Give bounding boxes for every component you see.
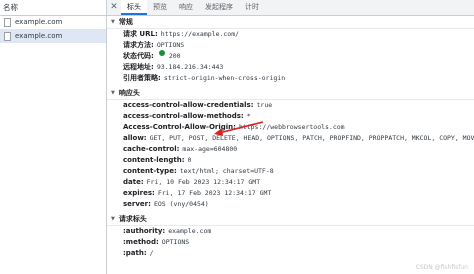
header-value: GET, PUT, POST, DELETE, HEAD, OPTIONS, P… [149,134,474,142]
header-key: :path: [123,249,147,257]
general-row: 远程地址: 93.184.216.34:443 [107,62,474,73]
response-header-row: content-type: text/html; charset=UTF-8 [107,166,474,177]
document-icon [4,18,11,27]
header-key: content-length: [123,156,185,164]
close-icon[interactable]: ✕ [107,0,121,15]
general-row: 状态代码: 200 [107,50,474,62]
expand-triangle-icon: ▼ [111,19,115,25]
header-key: allow: [123,134,147,142]
section-title: 请求标头 [118,215,147,223]
header-value: 200 [168,52,181,60]
header-key: server: [123,200,151,208]
header-value: Fri, 10 Feb 2023 12:34:17 GMT [146,178,261,186]
expand-triangle-icon: ▼ [111,216,115,222]
response-header-row: allow: GET, PUT, POST, DELETE, HEAD, OPTI… [107,133,474,144]
header-value: OPTIONS [161,238,190,246]
response-header-row: access-control-allow-credentials: true [107,100,474,111]
header-key: expires: [123,189,155,197]
response-header-row: cache-control: max-age=604800 [107,144,474,155]
request-name: example.com [15,18,63,26]
request-headers-section-header[interactable]: ▼ 请求标头 [107,213,474,226]
section-title: 响应头 [118,89,140,97]
header-key: :method: [123,238,159,246]
header-key: 引用者策略: [123,74,161,82]
document-icon [4,32,11,41]
request-name: example.com [15,32,63,40]
header-value: / [149,249,154,257]
header-value: https://webbrowsertools.com [238,123,345,131]
tab-timing[interactable]: 计时 [239,0,265,15]
response-header-row: access-control-allow-methods: * [107,111,474,122]
header-value: strict-origin-when-cross-origin [163,74,286,82]
header-key: 状态代码: [123,52,154,60]
response-header-row: date: Fri, 10 Feb 2023 12:34:17 GMT [107,177,474,188]
request-details-pane: ✕ 标头 预览 响应 发起程序 计时 ▼ 常规 请求 URL: https://e… [107,0,474,274]
header-key: date: [123,178,144,186]
request-header-row: :authority: example.com [107,226,474,237]
request-row-selected[interactable]: example.com [0,30,106,43]
watermark: CSDN @fishfisfun [415,264,468,271]
request-header-row: :path: / [107,248,474,259]
request-list-pane: 名称 example.com example.com [0,0,107,274]
response-headers-section-header[interactable]: ▼ 响应头 [107,87,474,100]
header-value: 93.184.216.34:443 [156,63,224,71]
header-value: text/html; charset=UTF-8 [179,167,274,175]
response-header-row: Access-Control-Allow-Origin: https://webb… [107,122,474,133]
tab-initiator[interactable]: 发起程序 [199,0,239,15]
general-row: 请求 URL: https://example.com/ [107,29,474,40]
header-key: 远程地址: [123,63,154,71]
header-value: 0 [187,156,192,164]
tab-response[interactable]: 响应 [173,0,199,15]
header-key: :authority: [123,227,166,235]
tab-headers[interactable]: 标头 [121,0,147,15]
header-value: * [246,112,251,120]
header-key: cache-control: [123,145,180,153]
header-key: access-control-allow-methods: [123,112,244,120]
details-tabbar: ✕ 标头 预览 响应 发起程序 计时 [107,0,474,16]
tab-preview[interactable]: 预览 [147,0,173,15]
header-key: Access-Control-Allow-Origin: [123,123,236,131]
headers-content: ▼ 常规 请求 URL: https://example.com/ 请求方法: OP… [107,16,474,274]
response-header-row: expires: Fri, 17 Feb 2023 12:34:17 GMT [107,188,474,199]
header-key: 请求方法: [123,41,154,49]
header-value: true [256,101,273,109]
general-section-header[interactable]: ▼ 常规 [107,16,474,29]
name-column-header[interactable]: 名称 [0,0,106,16]
header-value: https://example.com/ [160,30,240,38]
request-row[interactable]: example.com [0,16,106,30]
status-ok-icon [158,50,165,56]
header-value: example.com [168,227,212,235]
header-key: 请求 URL: [123,30,158,38]
response-header-row: server: EOS (vny/0454) [107,199,474,210]
header-key: content-type: [123,167,177,175]
response-header-row: content-length: 0 [107,155,474,166]
header-value: max-age=604800 [182,145,238,153]
section-title: 常规 [118,18,133,26]
header-key: access-control-allow-credentials: [123,101,254,109]
header-value: Fri, 17 Feb 2023 12:34:17 GMT [157,189,272,197]
request-header-row: :method: OPTIONS [107,237,474,248]
general-row: 引用者策略: strict-origin-when-cross-origin [107,73,474,84]
header-value: EOS (vny/0454) [153,200,209,208]
expand-triangle-icon: ▼ [111,90,115,96]
